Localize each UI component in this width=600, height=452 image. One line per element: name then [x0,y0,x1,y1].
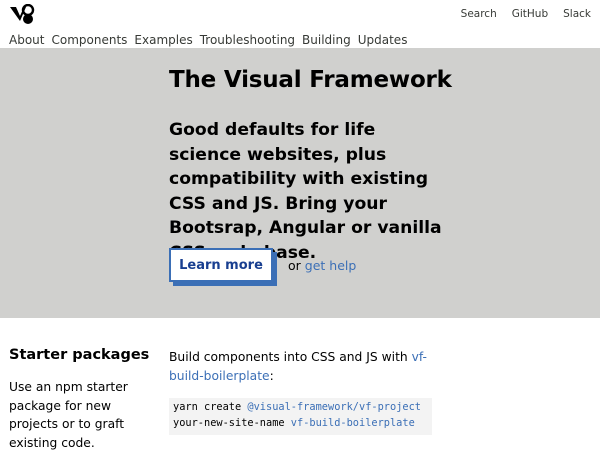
nav-item-building[interactable]: Building [302,33,351,47]
nav-item-components[interactable]: Components [51,33,127,47]
build-instructions: Build components into CSS and JS with vf… [169,348,429,385]
main-nav: About Components Examples Troubleshootin… [9,33,414,47]
code-block: yarn create @visual-framework/vf-project… [169,398,432,435]
code-line2-plain: your-new-site-name [173,416,291,429]
utility-nav: Search GitHub Slack [446,8,591,20]
nav-item-updates[interactable]: Updates [358,33,408,47]
top-bar: Search GitHub Slack [0,0,600,30]
hero-text: Good defaults for life science websites,… [169,120,442,263]
nav-item-troubleshooting[interactable]: Troubleshooting [200,33,295,47]
github-link[interactable]: GitHub [512,8,548,20]
or-text: or [288,258,301,273]
learn-more-container: Learn more [169,248,277,288]
slack-link[interactable]: Slack [563,8,591,20]
visual-framework-logo[interactable] [9,4,35,26]
hero-section: The Visual Framework Good defaults for l… [0,48,600,318]
starter-packages-description: Use an npm starter package for new proje… [9,380,128,450]
help-prompt: or get help [288,258,356,273]
search-link[interactable]: Search [461,8,497,20]
hero-title: The Visual Framework [169,67,452,93]
get-help-link[interactable]: get help [305,258,357,273]
code-line1-plain: yarn create [173,401,248,413]
code-line2-link: vf-build-boilerplate [290,416,415,429]
starter-packages-heading: Starter packages [9,347,150,363]
nav-item-about[interactable]: About [9,33,44,47]
nav-item-examples[interactable]: Examples [134,33,192,47]
code-line1-link: @visual-framework/vf-project [247,401,421,413]
learn-more-button[interactable]: Learn more [169,248,273,282]
build-suffix: : [269,368,274,383]
build-text: Build components into CSS and JS with [169,350,408,364]
